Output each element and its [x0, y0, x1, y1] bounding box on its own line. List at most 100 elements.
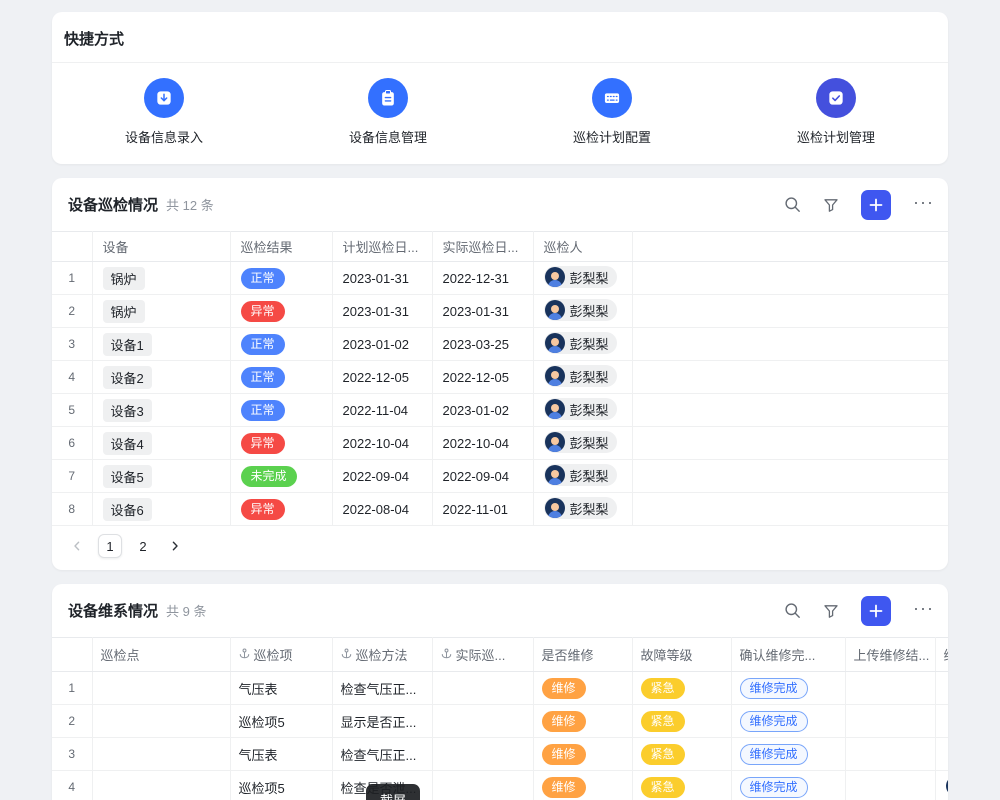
- shortcut-plan-config[interactable]: 巡检计划配置: [500, 78, 724, 146]
- page-button-2[interactable]: 2: [132, 534, 154, 558]
- shortcut-device-entry[interactable]: 设备信息录入: [52, 78, 276, 146]
- column-header-result[interactable]: 巡检结果: [230, 232, 332, 262]
- result-cell[interactable]: 未完成: [230, 460, 332, 493]
- row-index[interactable]: 5: [52, 394, 92, 427]
- row-index[interactable]: 7: [52, 460, 92, 493]
- actual-date-cell[interactable]: 2022-09-04: [432, 460, 533, 493]
- table-row[interactable]: 5 设备3 正常 2022-11-04 2023-01-02 彭梨梨: [52, 394, 948, 427]
- upload-cell[interactable]: [845, 672, 935, 705]
- planned-date-cell[interactable]: 2023-01-31: [332, 262, 432, 295]
- inspector-cell[interactable]: 彭梨梨: [533, 460, 632, 493]
- row-index[interactable]: 2: [52, 705, 92, 738]
- actual-date-cell[interactable]: 2023-03-25: [432, 328, 533, 361]
- row-index[interactable]: 8: [52, 493, 92, 526]
- item-cell[interactable]: 巡检项5: [230, 771, 332, 800]
- device-cell[interactable]: 设备1: [92, 328, 230, 361]
- row-index[interactable]: 3: [52, 738, 92, 771]
- next-page-icon[interactable]: [164, 534, 186, 558]
- device-cell[interactable]: 锅炉: [92, 262, 230, 295]
- table-row[interactable]: 4 巡检项5 检查是否泄... 维修 紧急 维修完成: [52, 771, 948, 800]
- repair-cell[interactable]: 维修: [533, 672, 632, 705]
- column-header-cut[interactable]: 维...: [935, 638, 948, 672]
- row-index[interactable]: 6: [52, 427, 92, 460]
- prev-page-icon[interactable]: [66, 534, 88, 558]
- table-row[interactable]: 2 巡检项5 显示是否正... 维修 紧急 维修完成: [52, 705, 948, 738]
- search-icon[interactable]: [784, 196, 801, 213]
- table-row[interactable]: 1 锅炉 正常 2023-01-31 2022-12-31 彭梨梨: [52, 262, 948, 295]
- upload-cell[interactable]: [845, 705, 935, 738]
- table-row[interactable]: 8 设备6 异常 2022-08-04 2022-11-01 彭梨梨: [52, 493, 948, 526]
- actual-cell[interactable]: [432, 738, 533, 771]
- level-cell[interactable]: 紧急: [632, 672, 731, 705]
- row-index[interactable]: 3: [52, 328, 92, 361]
- filter-icon[interactable]: [823, 197, 839, 213]
- upload-cell[interactable]: [845, 738, 935, 771]
- actual-cell[interactable]: [432, 672, 533, 705]
- actual-date-cell[interactable]: 2022-12-31: [432, 262, 533, 295]
- point-cell[interactable]: [92, 672, 230, 705]
- method-cell[interactable]: 检查气压正...: [332, 738, 432, 771]
- column-header-planned-date[interactable]: 计划巡检日...: [332, 232, 432, 262]
- add-record-button[interactable]: [861, 190, 891, 220]
- result-cell[interactable]: 异常: [230, 493, 332, 526]
- result-cell[interactable]: 正常: [230, 394, 332, 427]
- planned-date-cell[interactable]: 2022-12-05: [332, 361, 432, 394]
- table-row[interactable]: 7 设备5 未完成 2022-09-04 2022-09-04 彭梨梨: [52, 460, 948, 493]
- table-row[interactable]: 1 气压表 检查气压正... 维修 紧急 维修完成: [52, 672, 948, 705]
- cut-cell[interactable]: [935, 705, 948, 738]
- planned-date-cell[interactable]: 2022-09-04: [332, 460, 432, 493]
- point-cell[interactable]: [92, 705, 230, 738]
- inspector-cell[interactable]: 彭梨梨: [533, 295, 632, 328]
- shortcut-device-manage[interactable]: 设备信息管理: [276, 78, 500, 146]
- level-cell[interactable]: 紧急: [632, 738, 731, 771]
- row-index[interactable]: 1: [52, 262, 92, 295]
- page-button-1[interactable]: 1: [98, 534, 122, 558]
- table-row[interactable]: 6 设备4 异常 2022-10-04 2022-10-04 彭梨梨: [52, 427, 948, 460]
- column-header-confirm[interactable]: 确认维修完...: [731, 638, 845, 672]
- column-header-device[interactable]: 设备: [92, 232, 230, 262]
- planned-date-cell[interactable]: 2022-10-04: [332, 427, 432, 460]
- cut-cell[interactable]: [935, 771, 948, 800]
- more-options-icon[interactable]: ···: [913, 193, 934, 217]
- result-cell[interactable]: 正常: [230, 328, 332, 361]
- item-cell[interactable]: 巡检项5: [230, 705, 332, 738]
- column-header-repair[interactable]: 是否维修: [533, 638, 632, 672]
- item-cell[interactable]: 气压表: [230, 738, 332, 771]
- actual-date-cell[interactable]: 2022-11-01: [432, 493, 533, 526]
- result-cell[interactable]: 异常: [230, 427, 332, 460]
- level-cell[interactable]: 紧急: [632, 771, 731, 800]
- column-header-level[interactable]: 故障等级: [632, 638, 731, 672]
- device-cell[interactable]: 设备5: [92, 460, 230, 493]
- planned-date-cell[interactable]: 2022-08-04: [332, 493, 432, 526]
- actual-cell[interactable]: [432, 705, 533, 738]
- confirm-cell[interactable]: 维修完成: [731, 771, 845, 800]
- table-row[interactable]: 3 设备1 正常 2023-01-02 2023-03-25 彭梨梨: [52, 328, 948, 361]
- device-cell[interactable]: 设备6: [92, 493, 230, 526]
- repair-cell[interactable]: 维修: [533, 738, 632, 771]
- confirm-cell[interactable]: 维修完成: [731, 738, 845, 771]
- planned-date-cell[interactable]: 2023-01-02: [332, 328, 432, 361]
- upload-cell[interactable]: [845, 771, 935, 800]
- actual-date-cell[interactable]: 2023-01-31: [432, 295, 533, 328]
- column-header-upload[interactable]: 上传维修结...: [845, 638, 935, 672]
- confirm-cell[interactable]: 维修完成: [731, 705, 845, 738]
- inspector-cell[interactable]: 彭梨梨: [533, 361, 632, 394]
- row-index[interactable]: 4: [52, 771, 92, 800]
- search-icon[interactable]: [784, 602, 801, 619]
- cut-cell[interactable]: [935, 672, 948, 705]
- column-header-method[interactable]: 巡检方法: [332, 638, 432, 672]
- device-cell[interactable]: 设备2: [92, 361, 230, 394]
- add-record-button[interactable]: [861, 596, 891, 626]
- table-row[interactable]: 2 锅炉 异常 2023-01-31 2023-01-31 彭梨梨: [52, 295, 948, 328]
- method-cell[interactable]: 检查气压正...: [332, 672, 432, 705]
- column-header-point[interactable]: 巡检点: [92, 638, 230, 672]
- level-cell[interactable]: 紧急: [632, 705, 731, 738]
- column-header-actual-date[interactable]: 实际巡检日...: [432, 232, 533, 262]
- item-cell[interactable]: 气压表: [230, 672, 332, 705]
- method-cell[interactable]: 显示是否正...: [332, 705, 432, 738]
- device-cell[interactable]: 设备3: [92, 394, 230, 427]
- result-cell[interactable]: 正常: [230, 262, 332, 295]
- inspector-cell[interactable]: 彭梨梨: [533, 394, 632, 427]
- point-cell[interactable]: [92, 738, 230, 771]
- shortcut-plan-manage[interactable]: 巡检计划管理: [724, 78, 948, 146]
